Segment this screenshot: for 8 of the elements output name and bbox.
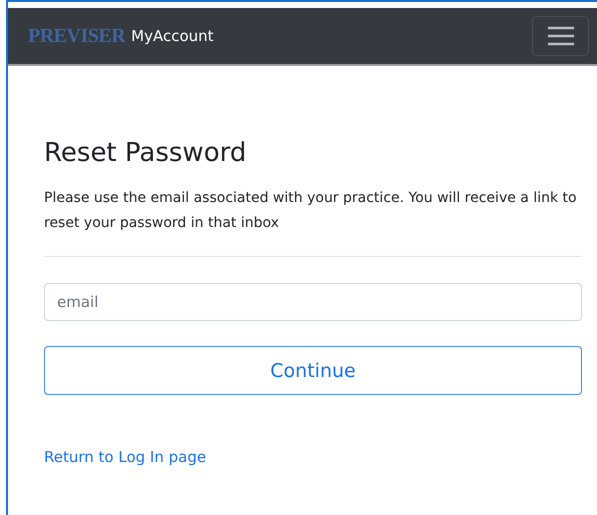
menu-button[interactable] [532,16,589,56]
page-heading: Reset Password [44,138,248,168]
instructions-text: Please use the email associated with your practice. You will receive a link to reset your password in that inbox [44,189,578,233]
return-link[interactable]: Return to Log In page [44,448,206,466]
email-field[interactable]: email [44,283,582,321]
continue-button[interactable]: Continue [44,346,582,395]
menu-icon [548,26,574,46]
app-title: MyAccount [131,27,214,45]
